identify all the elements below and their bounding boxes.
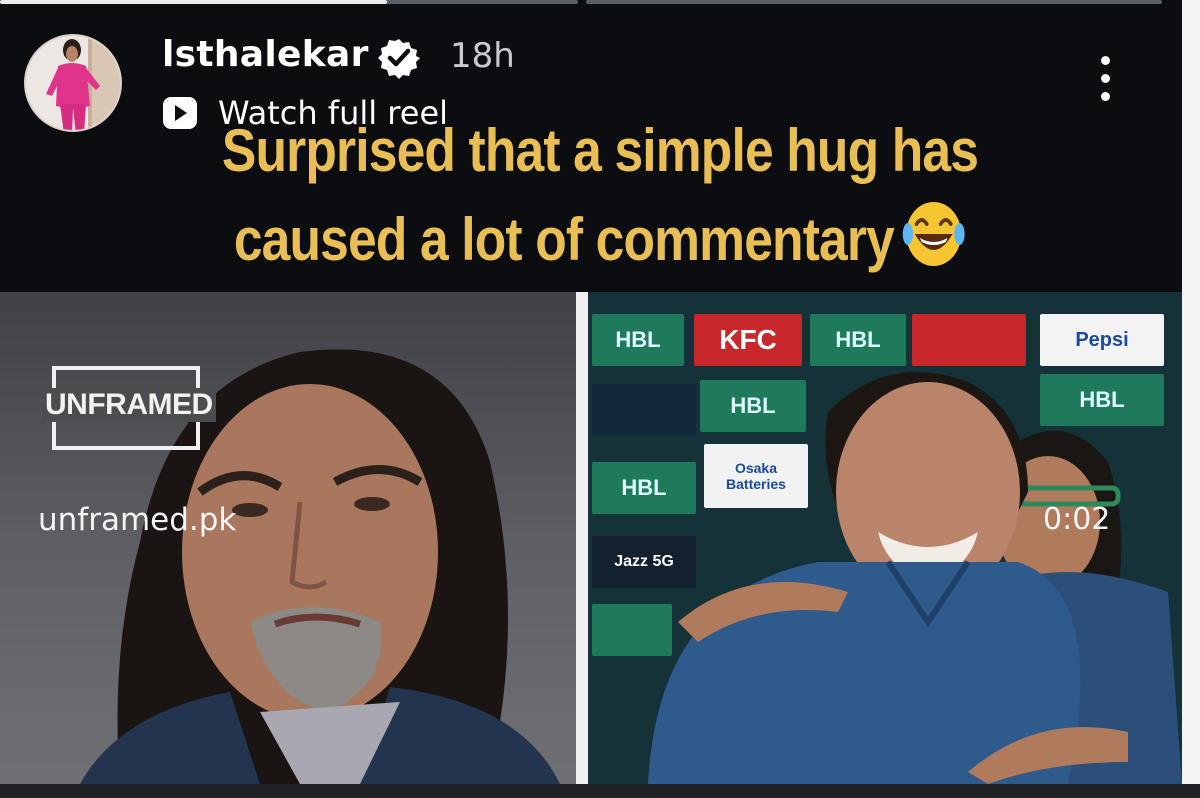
caption-line-text: caused a lot of commentary xyxy=(233,206,895,273)
username[interactable]: lsthalekar xyxy=(162,34,369,75)
page-edge xyxy=(1182,0,1200,798)
progress-segment xyxy=(0,0,578,4)
progress-segment xyxy=(586,0,1162,4)
verified-badge-icon xyxy=(378,39,420,79)
more-dot xyxy=(1101,92,1110,101)
post-time: 18h xyxy=(450,36,515,76)
hug-photo xyxy=(648,372,1182,784)
laughing-tears-emoji xyxy=(902,202,965,266)
bottom-strip xyxy=(0,784,1200,798)
story-progress xyxy=(0,0,1200,6)
more-vertical-icon[interactable] xyxy=(1094,52,1118,110)
progress-fill xyxy=(0,0,388,4)
watermark-handle: unframed.pk xyxy=(38,502,237,538)
right-photo-panel: HBL KFC HBL Pepsi HBL HBL HBL Osaka Batt… xyxy=(588,292,1182,784)
caption: Surprised that a simple hug has caused a… xyxy=(84,108,1116,283)
watermark-brand: UNFRAMED xyxy=(42,388,216,422)
left-photo-panel: UNFRAMED unframed.pk xyxy=(0,292,576,784)
panel-divider xyxy=(576,292,588,784)
more-dot xyxy=(1101,56,1110,65)
video-timestamp: 0:02 xyxy=(1043,502,1111,537)
caption-line-2: caused a lot of commentary xyxy=(84,194,1116,283)
caption-line: Surprised that a simple hug has xyxy=(221,117,979,184)
more-dot xyxy=(1101,74,1110,83)
